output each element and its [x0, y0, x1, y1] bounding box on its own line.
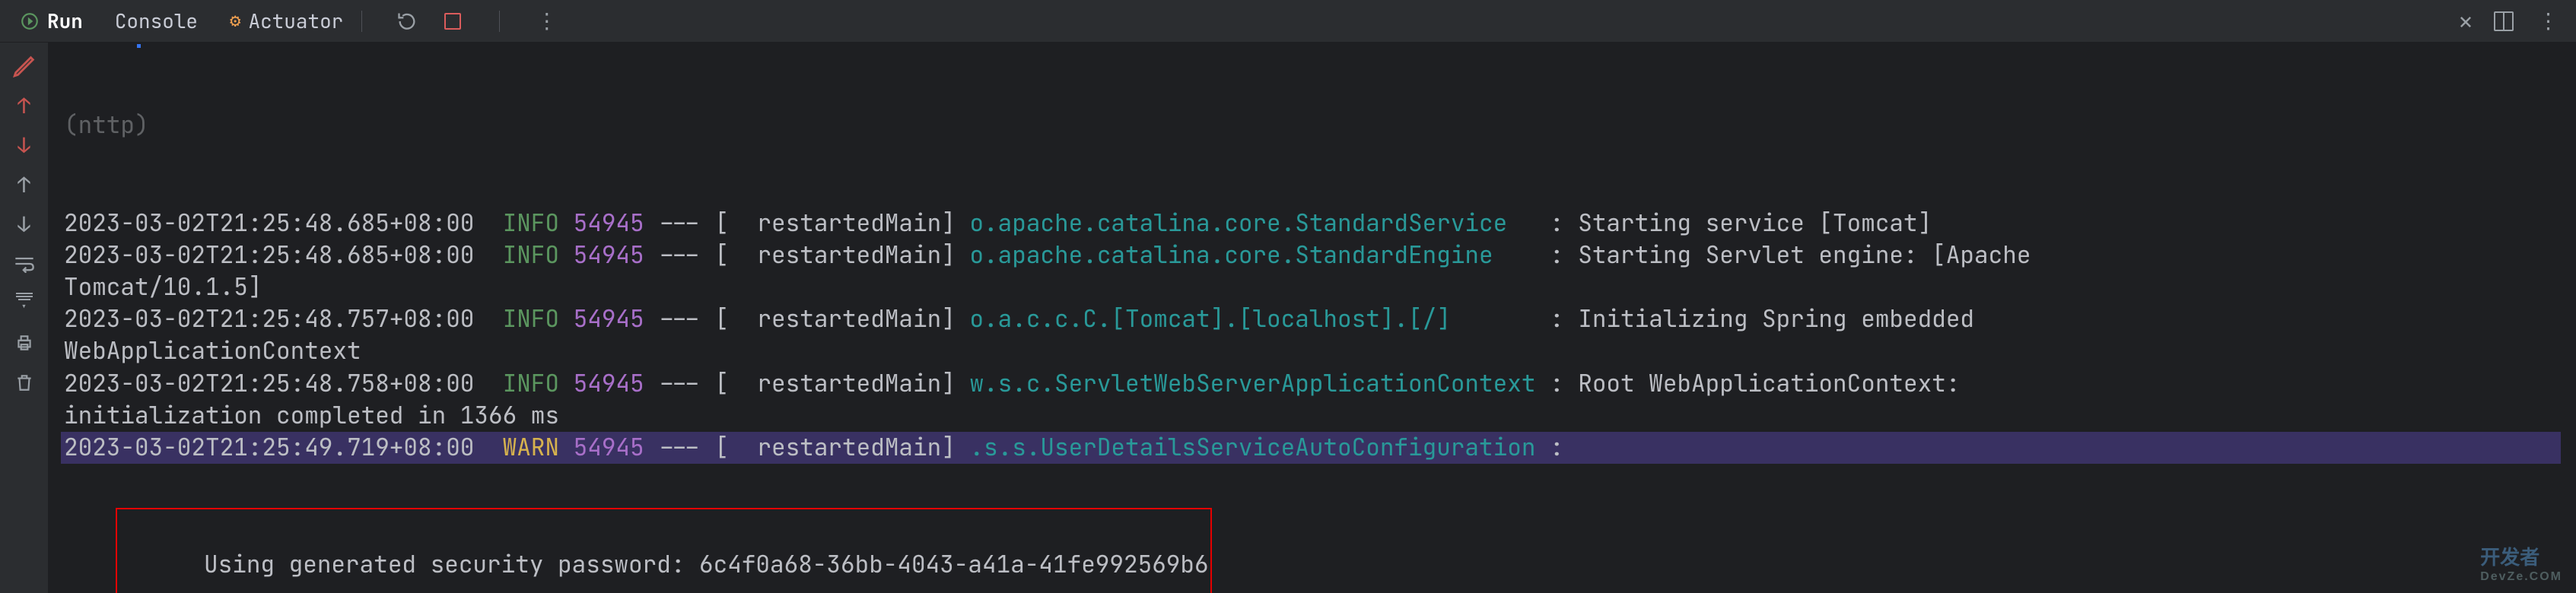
log-timestamp: 2023-03-02T21:25:48.758+08:00 — [64, 368, 474, 399]
log-pid: 54945 — [574, 239, 644, 271]
log-thread: restartedMain] — [757, 368, 969, 399]
log-level: INFO — [503, 208, 559, 239]
clear-button[interactable] — [11, 369, 37, 395]
body-row: ▾ (nttp) 2023-03-02T21:25:48.685+08:00 I… — [0, 43, 2576, 593]
next-trace-button[interactable] — [11, 132, 37, 158]
log-line: 2023-03-02T21:25:48.757+08:00 INFO 54945… — [64, 303, 2561, 335]
log-logger: .s.s.UserDetailsServiceAutoConfiguration — [969, 432, 1535, 463]
layout-button[interactable] — [2494, 11, 2514, 31]
log-logger: o.apache.catalina.core.StandardService — [969, 208, 1535, 239]
log-thread: restartedMain] — [757, 432, 969, 463]
close-button[interactable]: ✕ — [2459, 6, 2473, 36]
soft-wrap-button[interactable] — [11, 251, 37, 277]
console-output[interactable]: (nttp) 2023-03-02T21:25:48.685+08:00 INF… — [49, 43, 2576, 593]
log-level: INFO — [503, 368, 559, 399]
settings-button[interactable]: ⋮ — [2535, 8, 2561, 34]
log-logger: o.apache.catalina.core.StandardEngine — [969, 239, 1535, 271]
tab-actuator-label: Actuator — [248, 8, 343, 34]
log-thread: restartedMain] — [757, 239, 969, 271]
log-separator: --- [ — [644, 303, 758, 335]
log-pid: 54945 — [574, 368, 644, 399]
down-button[interactable] — [11, 211, 37, 237]
up-button[interactable] — [11, 172, 37, 198]
prev-trace-button[interactable] — [11, 93, 37, 119]
log-timestamp: 2023-03-02T21:25:48.757+08:00 — [64, 303, 474, 335]
stop-icon — [444, 13, 461, 30]
log-line: 2023-03-02T21:25:49.719+08:00 WARN 54945… — [61, 432, 2561, 464]
run-icon — [20, 11, 40, 31]
more-button[interactable]: ⋮ — [533, 8, 559, 34]
left-sidebar: ▾ — [0, 43, 49, 593]
more-dots-icon-2: ⋮ — [2538, 7, 2559, 35]
tab-group: Run Console ⚙ Actuator — [15, 5, 348, 37]
log-continuation: WebApplicationContext — [64, 335, 2561, 367]
scroll-to-end-button[interactable]: ▾ — [11, 290, 37, 316]
actuator-icon: ⚙ — [230, 9, 240, 33]
log-continuation: Tomcat/10.1.5] — [64, 271, 2561, 303]
tab-run[interactable]: Run — [15, 5, 87, 37]
log-pid: 54945 — [574, 303, 644, 335]
toolbar-right: ✕ ⋮ — [2459, 6, 2561, 36]
log-level: INFO — [503, 239, 559, 271]
log-continuation: initialization completed in 1366 ms — [64, 400, 2561, 432]
rerun-button[interactable] — [394, 8, 420, 34]
toolbar-divider — [361, 11, 362, 32]
more-dots-icon: ⋮ — [536, 7, 557, 35]
toolbar-divider-2 — [499, 11, 500, 32]
tab-console[interactable]: Console — [110, 5, 202, 37]
log-line: 2023-03-02T21:25:48.685+08:00 INFO 54945… — [64, 208, 2561, 239]
log-line: 2023-03-02T21:25:48.685+08:00 INFO 54945… — [64, 239, 2561, 271]
log-separator: --- [ — [644, 208, 758, 239]
log-separator: --- [ — [644, 239, 758, 271]
log-message: : — [1535, 432, 1563, 463]
log-separator: --- [ — [644, 368, 758, 399]
log-pid: 54945 — [574, 432, 644, 463]
log-pid: 54945 — [574, 208, 644, 239]
tab-console-label: Console — [115, 8, 198, 34]
log-message: : Starting service [Tomcat] — [1535, 208, 1932, 239]
log-separator: --- [ — [644, 432, 758, 463]
stop-button[interactable] — [440, 8, 466, 34]
tab-run-label: Run — [47, 8, 83, 34]
log-timestamp: 2023-03-02T21:25:48.685+08:00 — [64, 239, 474, 271]
log-line: 2023-03-02T21:25:48.758+08:00 INFO 54945… — [64, 368, 2561, 400]
log-message: : Root WebApplicationContext: — [1535, 368, 1960, 399]
tab-actuator[interactable]: ⚙ Actuator — [225, 5, 348, 37]
log-thread: restartedMain] — [757, 208, 969, 239]
top-buttons: ⋮ — [394, 8, 559, 34]
log-thread: restartedMain] — [757, 303, 969, 335]
log-message: : Initializing Spring embedded — [1535, 303, 1974, 335]
log-level: INFO — [503, 303, 559, 335]
partial-text-hint: (nttp) — [64, 109, 2561, 141]
log-logger: o.a.c.c.C.[Tomcat].[localhost].[/] — [969, 303, 1535, 335]
log-message: : Starting Servlet engine: [Apache — [1535, 239, 2031, 271]
password-highlight-box: Using generated security password: 6c4f0… — [116, 508, 1211, 593]
log-level: WARN — [503, 432, 559, 463]
generated-password-line: Using generated security password: 6c4f0… — [204, 549, 1209, 580]
log-rows: 2023-03-02T21:25:48.685+08:00 INFO 54945… — [64, 208, 2561, 464]
log-logger: w.s.c.ServletWebServerApplicationContext — [969, 368, 1535, 399]
log-timestamp: 2023-03-02T21:25:49.719+08:00 — [64, 432, 474, 463]
print-button[interactable] — [11, 330, 37, 356]
edit-button[interactable] — [11, 53, 37, 79]
log-timestamp: 2023-03-02T21:25:48.685+08:00 — [64, 208, 474, 239]
run-toolbar: Run Console ⚙ Actuator ⋮ ✕ ⋮ — [0, 0, 2576, 43]
scroll-end-icon: ▾ — [16, 293, 33, 314]
